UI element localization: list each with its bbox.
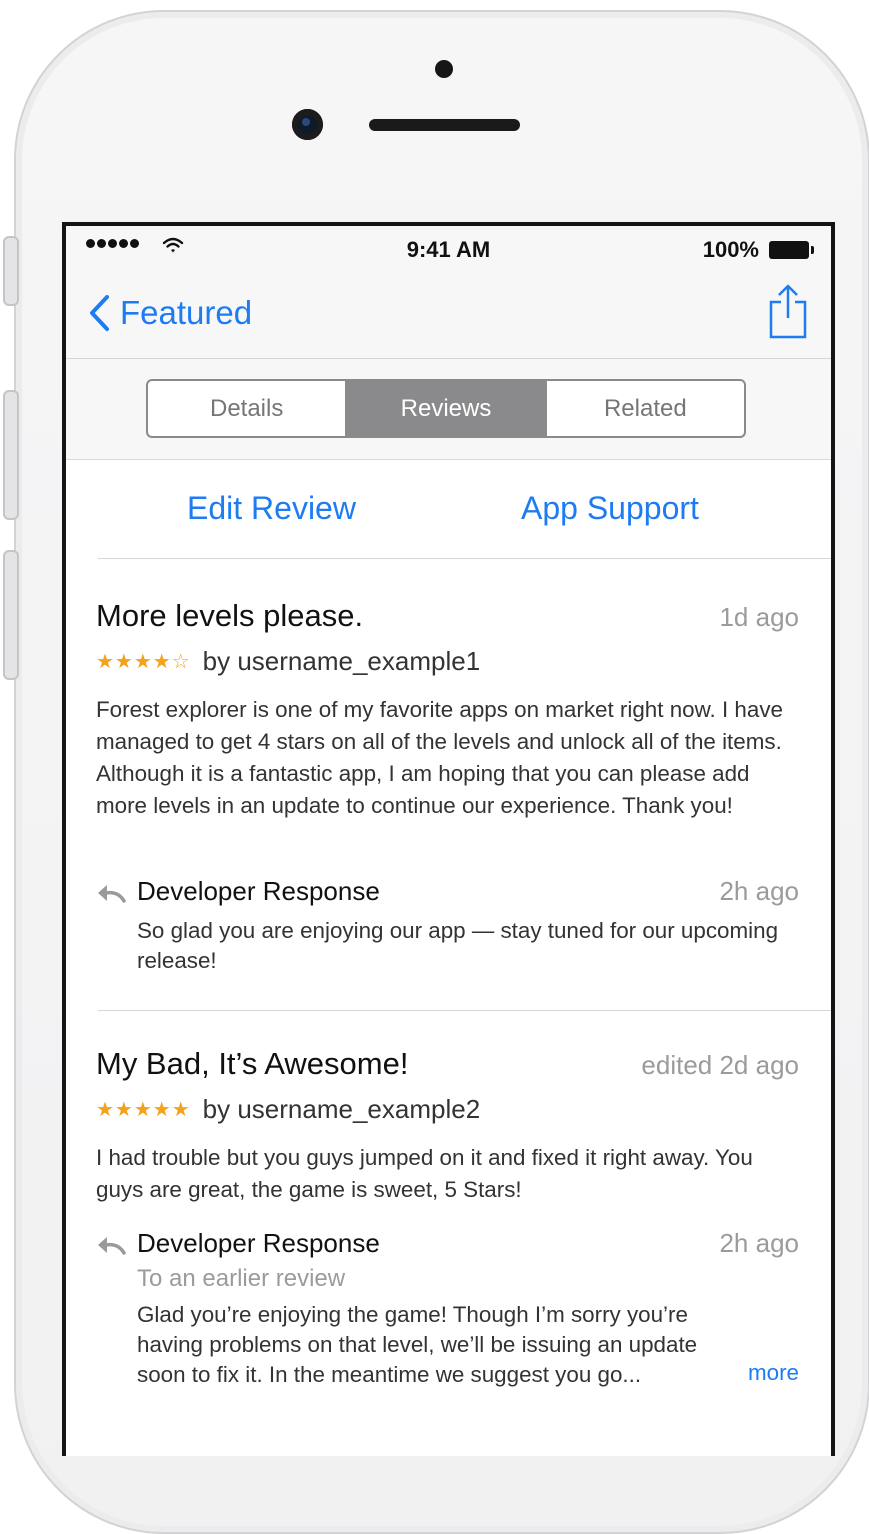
earpiece-speaker	[369, 119, 520, 131]
review-author: by username_example2	[202, 1094, 481, 1124]
response-subtitle: To an earlier review	[137, 1265, 346, 1292]
chevron-left-icon	[90, 295, 109, 331]
review-author: by username_example1	[202, 646, 481, 676]
tab-reviews[interactable]: Reviews	[345, 381, 545, 436]
navigation-bar: Featured	[66, 276, 831, 359]
star-rating: ★★★★☆	[96, 651, 191, 673]
tab-bar-area: Details Reviews Related	[66, 359, 831, 460]
proximity-sensor	[435, 60, 453, 78]
divider	[98, 1010, 831, 1011]
review-date: edited 2d ago	[641, 1050, 799, 1080]
share-icon[interactable]	[767, 282, 809, 340]
reply-arrow-icon	[98, 885, 126, 903]
tab-related[interactable]: Related	[544, 381, 744, 436]
review-byline: ★★★★★ by username_example2	[96, 1094, 480, 1125]
review-date: 1d ago	[719, 602, 799, 632]
app-support-link[interactable]: App Support	[521, 490, 699, 527]
review-title: More levels please.	[96, 598, 364, 633]
segmented-control: Details Reviews Related	[146, 379, 746, 438]
review-item: My Bad, It’s Awesome! edited 2d ago ★★★★…	[96, 1046, 799, 1446]
more-link[interactable]: more	[748, 1360, 799, 1386]
volume-down-button	[3, 550, 19, 680]
edit-review-link[interactable]: Edit Review	[187, 490, 356, 527]
review-actions: Edit Review App Support	[66, 460, 831, 559]
mute-switch	[3, 236, 19, 306]
status-bar: 9:41 AM 100%	[66, 226, 831, 276]
battery-icon	[769, 241, 814, 259]
back-button[interactable]: Featured	[88, 294, 252, 332]
front-camera	[292, 109, 323, 140]
review-byline: ★★★★☆ by username_example1	[96, 646, 480, 677]
back-button-label: Featured	[120, 294, 253, 331]
response-date: 2h ago	[719, 876, 799, 906]
response-date: 2h ago	[719, 1228, 799, 1258]
response-title: Developer Response	[137, 1228, 380, 1258]
review-body: Forest explorer is one of my favorite ap…	[96, 697, 783, 818]
response-body: Glad you’re enjoying the game! Though I’…	[137, 1302, 698, 1387]
volume-up-button	[3, 390, 19, 520]
divider	[98, 558, 831, 559]
response-body: So glad you are enjoying our app — stay …	[137, 918, 779, 973]
tab-details[interactable]: Details	[148, 381, 345, 436]
star-rating: ★★★★★	[96, 1099, 191, 1121]
developer-response: Developer Response 2h ago To an earlier …	[96, 1228, 799, 1408]
reply-arrow-icon	[98, 1237, 126, 1255]
review-body: I had trouble but you guys jumped on it …	[96, 1145, 753, 1202]
developer-response: Developer Response 2h ago So glad you ar…	[96, 876, 799, 976]
battery-percentage: 100%	[702, 237, 759, 262]
phone-screen: 9:41 AM 100% Featured Details Reviews Re…	[62, 222, 835, 1456]
review-item: More levels please. 1d ago ★★★★☆ by user…	[96, 598, 799, 998]
response-title: Developer Response	[137, 876, 380, 906]
review-title: My Bad, It’s Awesome!	[96, 1046, 409, 1081]
